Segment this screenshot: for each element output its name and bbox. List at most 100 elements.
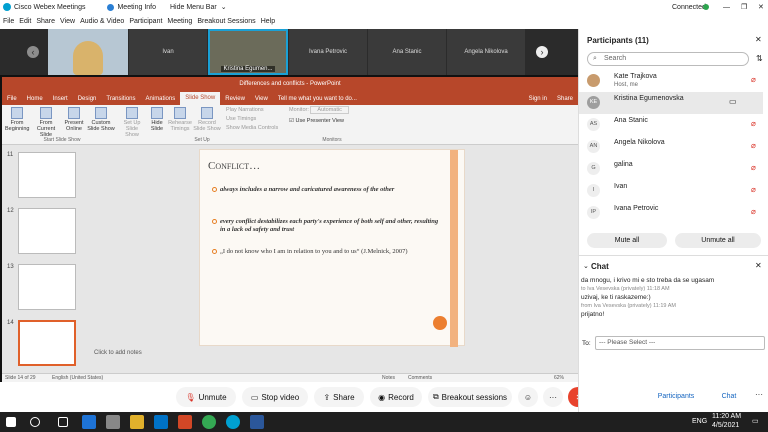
tab-home[interactable]: Home [22, 96, 48, 102]
menu-edit[interactable]: Edit [19, 18, 31, 25]
close-button[interactable]: ✕ [758, 3, 764, 11]
play-narrations-checkbox[interactable]: Play Narrations [226, 107, 286, 113]
hide-menu-bar-button[interactable]: Hide Menu Bar [170, 4, 217, 11]
mute-all-button[interactable]: Mute all [587, 233, 667, 248]
mic-muted-icon[interactable]: ⌀ [751, 75, 756, 84]
notes-pane[interactable]: Click to add notes [94, 350, 142, 356]
menu-breakout[interactable]: Breakout Sessions [197, 18, 255, 25]
taskbar-app-icon[interactable] [154, 415, 168, 429]
monitor-select[interactable]: Monitor: Automatic [289, 106, 379, 114]
chevron-left-icon[interactable]: ‹ [27, 46, 39, 58]
taskbar-app-icon[interactable] [106, 415, 120, 429]
video-tile[interactable]: Ivana Petrovic [289, 29, 367, 75]
participants-tab-button[interactable]: Participants [647, 387, 705, 405]
mic-muted-icon[interactable]: ⌀ [751, 207, 756, 216]
tab-slide-show[interactable]: Slide Show [180, 92, 221, 105]
video-tile[interactable]: Ivan [129, 29, 207, 75]
video-tile-self[interactable] [48, 29, 128, 75]
chevron-down-icon[interactable]: ⌄ [583, 262, 589, 270]
tab-design[interactable]: Design [73, 96, 102, 102]
unmute-all-button[interactable]: Unmute all [675, 233, 761, 248]
menu-meeting[interactable]: Meeting [167, 18, 192, 25]
slide-thumbnail[interactable] [18, 264, 76, 310]
presenter-view-checkbox[interactable]: ☑ Use Presenter View [289, 118, 379, 124]
present-online-button[interactable]: Present Online [63, 107, 85, 132]
slide-thumbnail[interactable] [18, 152, 76, 198]
menu-share[interactable]: Share [36, 18, 55, 25]
menu-file[interactable]: File [3, 18, 14, 25]
maximize-button[interactable]: ❐ [741, 3, 747, 11]
tab-insert[interactable]: Insert [48, 96, 73, 102]
chevron-right-icon[interactable]: › [536, 46, 548, 58]
tab-file[interactable]: File [2, 96, 22, 102]
chrome-icon[interactable] [202, 415, 216, 429]
taskbar-app-icon[interactable] [82, 415, 96, 429]
reactions-button[interactable]: ☺ [518, 387, 538, 407]
share-button[interactable]: ⇪ Share [314, 387, 364, 407]
mic-muted-icon[interactable]: ⌀ [751, 185, 756, 194]
ppt-share-button[interactable]: Share [552, 96, 578, 102]
recipient-select[interactable]: --- Please Select --- [595, 336, 765, 350]
search-icon[interactable] [30, 417, 40, 427]
chevron-down-icon[interactable]: ⌄ [221, 3, 227, 11]
menu-view[interactable]: View [60, 18, 75, 25]
tell-me-search[interactable]: Tell me what you want to do... [273, 96, 362, 102]
taskbar-app-icon[interactable] [178, 415, 192, 429]
menu-participant[interactable]: Participant [129, 18, 162, 25]
slide-thumbnail[interactable] [18, 208, 76, 254]
use-timings-checkbox[interactable]: Use Timings [226, 116, 286, 122]
more-icon[interactable]: ··· [755, 390, 763, 399]
comments-toggle[interactable]: Comments [408, 375, 432, 381]
notification-icon[interactable]: ▭ [752, 417, 759, 425]
clock-time[interactable]: 11:20 AM [712, 413, 741, 420]
sign-in-link[interactable]: Sign in [524, 96, 552, 102]
chat-tab-button[interactable]: Chat [709, 387, 749, 405]
participant-row[interactable]: IP Ivana Petrovic ⌀ [579, 202, 763, 224]
more-options-button[interactable]: ··· [543, 387, 563, 407]
minimize-button[interactable]: — [723, 4, 730, 11]
rehearse-button[interactable]: Rehearse Timings [168, 107, 192, 132]
video-tile[interactable]: Angela Nikolova [447, 29, 525, 75]
tab-transitions[interactable]: Transitions [101, 96, 140, 102]
tab-review[interactable]: Review [220, 96, 250, 102]
word-icon[interactable] [250, 415, 264, 429]
tab-animations[interactable]: Animations [141, 96, 181, 102]
task-view-icon[interactable] [58, 417, 68, 427]
participant-row[interactable]: G galina ⌀ [579, 158, 763, 180]
stop-video-button[interactable]: ▭ Stop video [242, 387, 308, 407]
participant-row[interactable]: AS Ana Stanic ⌀ [579, 114, 763, 136]
close-panel-icon[interactable]: ✕ [755, 35, 762, 44]
setup-slideshow-button[interactable]: Set Up Slide Show [120, 107, 144, 138]
breakout-sessions-button[interactable]: ⧉ Breakout sessions [428, 387, 512, 407]
tab-view[interactable]: View [250, 96, 273, 102]
zoom-level[interactable]: 62% [554, 375, 564, 381]
participant-row[interactable]: Kate Trajkova Host, me ⌀ [579, 70, 763, 92]
video-tile-active[interactable]: Kristina Egumen... [208, 29, 288, 75]
record-slideshow-button[interactable]: Record Slide Show [193, 107, 221, 132]
meeting-info-button[interactable]: Meeting Info [117, 4, 156, 11]
from-current-button[interactable]: From Current Slide [31, 107, 61, 138]
webex-icon[interactable] [226, 415, 240, 429]
custom-show-button[interactable]: Custom Slide Show [86, 107, 116, 132]
sort-icon[interactable]: ⇅ [756, 54, 763, 63]
participant-row[interactable]: I Ivan ⌀ [579, 180, 763, 202]
mic-muted-icon[interactable]: ⌀ [751, 163, 756, 172]
participant-row-active[interactable]: KE Kristina Egumenovska ▭ [579, 92, 763, 114]
slide-thumbnail-selected[interactable] [18, 320, 76, 366]
menu-audio-video[interactable]: Audio & Video [80, 18, 124, 25]
clock-date[interactable]: 4/5/2021 [712, 422, 739, 429]
close-chat-icon[interactable]: ✕ [755, 261, 762, 270]
notes-toggle[interactable]: Notes [382, 375, 395, 381]
menu-help[interactable]: Help [261, 18, 275, 25]
record-button[interactable]: ◉ Record [370, 387, 422, 407]
participant-search[interactable]: ⌕ Search [587, 52, 749, 66]
participant-row[interactable]: AN Angela Nikolova ⌀ [579, 136, 763, 158]
unmute-button[interactable]: 🎙 Unmute [176, 387, 236, 407]
video-tile[interactable]: Ana Stanic [368, 29, 446, 75]
mic-muted-icon[interactable]: ⌀ [751, 141, 756, 150]
language-indicator[interactable]: ENG [692, 418, 707, 425]
hide-slide-button[interactable]: Hide Slide [146, 107, 168, 132]
taskbar-app-icon[interactable] [130, 415, 144, 429]
show-media-checkbox[interactable]: Show Media Controls [226, 125, 286, 131]
from-beginning-button[interactable]: From Beginning [5, 107, 29, 132]
